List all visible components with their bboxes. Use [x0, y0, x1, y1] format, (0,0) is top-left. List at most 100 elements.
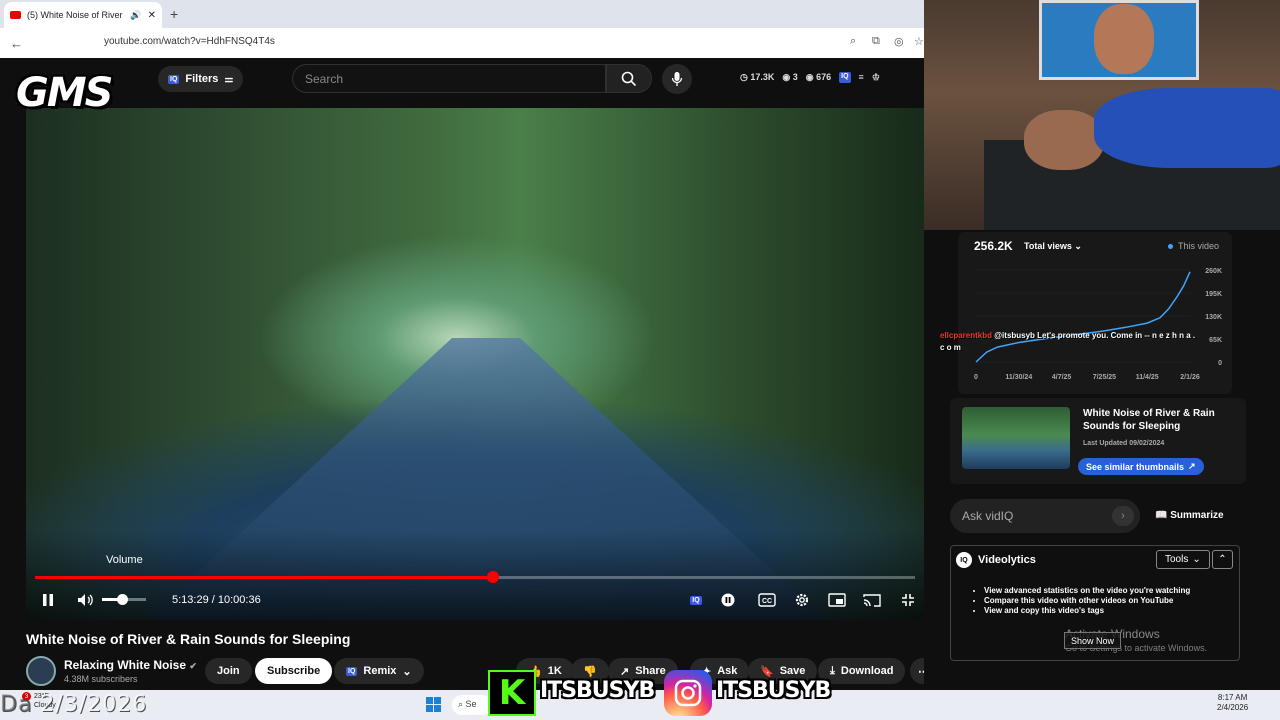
- search-input[interactable]: Search: [292, 64, 606, 93]
- fullscreen-exit-button[interactable]: [898, 590, 918, 610]
- chat-user: ellcparentkbd: [940, 331, 993, 340]
- share-icon: ↗: [620, 665, 630, 678]
- ask-submit-button[interactable]: ›: [1112, 506, 1134, 526]
- autoplay-icon: [721, 593, 735, 607]
- webcam-feed: [924, 0, 1280, 230]
- autoplay-toggle[interactable]: [718, 590, 738, 610]
- svg-text:CC: CC: [762, 598, 772, 605]
- verified-icon: ✔: [189, 661, 197, 671]
- vidiq-filters-button[interactable]: IQ Filters ⚌: [158, 66, 244, 92]
- progress-fill: [35, 576, 493, 579]
- cast-button[interactable]: [862, 590, 882, 610]
- similar-thumbnails-button[interactable]: See similar thumbnails ↗: [1078, 458, 1204, 475]
- x-tick-label: 4/7/25: [1052, 374, 1072, 381]
- chevron-down-icon: ⌄: [402, 665, 412, 678]
- x-tick-label: 2/1/26: [1180, 374, 1200, 381]
- eye-off-icon[interactable]: ◎: [894, 35, 904, 48]
- microphone-icon: [671, 72, 683, 86]
- cast-icon: [863, 594, 881, 607]
- join-button[interactable]: Join: [205, 658, 252, 684]
- install-icon[interactable]: ⧉: [872, 35, 880, 48]
- youtube-favicon-icon: [10, 11, 21, 19]
- settings-button[interactable]: [792, 590, 812, 610]
- vidiq-logo-icon: IQ: [956, 552, 972, 568]
- volume-icon: [78, 594, 93, 606]
- pause-icon: [43, 594, 53, 606]
- subscribe-button[interactable]: Subscribe: [255, 658, 333, 684]
- fullscreen-exit-icon: [902, 594, 914, 606]
- tab-audio-icon[interactable]: 🔊: [130, 10, 141, 21]
- bookmark-icon: 🔖: [760, 665, 774, 678]
- vidiq-icon: IQ: [346, 666, 358, 676]
- browser-tab[interactable]: (5) White Noise of River & 🔊 ✕: [4, 2, 162, 28]
- legend-this-video: This video: [1168, 241, 1219, 251]
- video-thumbnail[interactable]: [962, 407, 1070, 469]
- chevron-up-icon: ⌃: [1218, 554, 1227, 565]
- chevron-right-icon: ›: [1121, 510, 1125, 522]
- watch-stat: ◉ 3: [782, 72, 798, 82]
- vidiq-menu-icon[interactable]: IQ: [839, 72, 851, 83]
- volume-knob[interactable]: [116, 594, 128, 605]
- new-tab-button[interactable]: +: [170, 6, 178, 22]
- y-tick-label: 130K: [1205, 314, 1222, 321]
- browser-tab-bar: (5) White Noise of River & 🔊 ✕ +: [0, 0, 924, 28]
- download-button[interactable]: ⤓ Download: [818, 658, 906, 684]
- show-now-button[interactable]: Show Now: [1064, 632, 1122, 649]
- external-link-icon: ↗: [1188, 461, 1196, 471]
- miniplayer-button[interactable]: [827, 590, 847, 610]
- voice-search-button[interactable]: [662, 64, 692, 94]
- vidiq-icon: IQ: [168, 74, 180, 84]
- list-item: Compare this video with other videos on …: [984, 596, 1190, 606]
- thumbnail-title: White Noise of River & Rain Sounds for S…: [1083, 408, 1215, 432]
- gms-logo: GMS: [16, 70, 113, 116]
- collapse-button[interactable]: ⌃: [1212, 550, 1233, 569]
- miniplayer-icon: [828, 593, 846, 607]
- remix-button[interactable]: IQ Remix ⌄: [334, 658, 424, 684]
- chevron-down-icon: ⌄: [1074, 241, 1082, 251]
- progress-bar[interactable]: [35, 576, 915, 579]
- views-dropdown[interactable]: Total views ⌄: [1024, 241, 1082, 252]
- download-icon: ⤓: [830, 664, 835, 677]
- views-chart: 0 65K 130K 195K 260K 0 11/30/24 4/7/25 7/25/25 11…: [974, 268, 1222, 381]
- kick-logo-icon: K: [488, 670, 536, 716]
- list-icon[interactable]: ≡: [859, 72, 864, 83]
- video-player[interactable]: Volume 5:13:29 / 10:00:36 IQ CC: [26, 108, 924, 620]
- volume-tooltip: Volume: [106, 554, 143, 566]
- trophy-icon[interactable]: ♔: [872, 72, 880, 83]
- bookmark-star-icon[interactable]: ☆: [914, 35, 924, 48]
- back-icon[interactable]: ←: [10, 36, 26, 51]
- address-bar-row: ← youtube.com/watch?v=HdhFNSQ4T4s ⌕ ⧉ ◎ …: [0, 28, 924, 58]
- y-tick-label: 260K: [1205, 268, 1222, 275]
- search-button[interactable]: [606, 64, 652, 93]
- sliders-icon: ⚌: [224, 73, 234, 85]
- vidiq-icon: IQ: [690, 595, 702, 605]
- mute-button[interactable]: [76, 590, 96, 610]
- captions-button[interactable]: CC: [757, 590, 777, 610]
- zoom-icon[interactable]: ⌕: [850, 35, 856, 48]
- last-updated: Last Updated 09/02/2024: [1083, 440, 1165, 447]
- search-icon: [621, 71, 637, 86]
- tab-close-icon[interactable]: ✕: [148, 10, 156, 21]
- start-button[interactable]: [426, 697, 441, 712]
- list-item: View and copy this video's tags: [984, 606, 1190, 616]
- pause-button[interactable]: [38, 590, 58, 610]
- list-item: View advanced statistics on the video yo…: [984, 586, 1190, 596]
- url-field[interactable]: youtube.com/watch?v=HdhFNSQ4T4s: [104, 36, 275, 47]
- thumbs-down-icon: 👎: [583, 665, 597, 678]
- kick-handle: ITSBUSYB: [540, 678, 655, 703]
- x-tick-label: 7/25/25: [1093, 374, 1116, 381]
- channel-avatar[interactable]: [26, 656, 56, 686]
- instagram-handle: ITSBUSYB: [716, 678, 831, 703]
- captions-icon: CC: [758, 593, 776, 607]
- book-icon: 📖: [1155, 510, 1168, 521]
- summarize-button[interactable]: 📖 Summarize: [1155, 510, 1224, 521]
- channel-name[interactable]: Relaxing White Noise ✔: [64, 658, 197, 672]
- tools-dropdown[interactable]: Tools ⌄: [1156, 550, 1210, 569]
- taskbar-search[interactable]: ⌕ Se: [452, 695, 492, 715]
- x-tick-label: 0: [974, 374, 978, 381]
- gear-icon: [795, 593, 809, 607]
- taskbar-clock[interactable]: 8:17 AM 2/4/2026: [1217, 693, 1248, 713]
- vidiq-player-button[interactable]: IQ: [686, 590, 706, 610]
- youtube-header: IQ Filters ⚌ Search ◷ 17.3K ◉ 3 ◉ 676 IQ…: [0, 58, 924, 104]
- progress-scrubber[interactable]: [486, 571, 499, 583]
